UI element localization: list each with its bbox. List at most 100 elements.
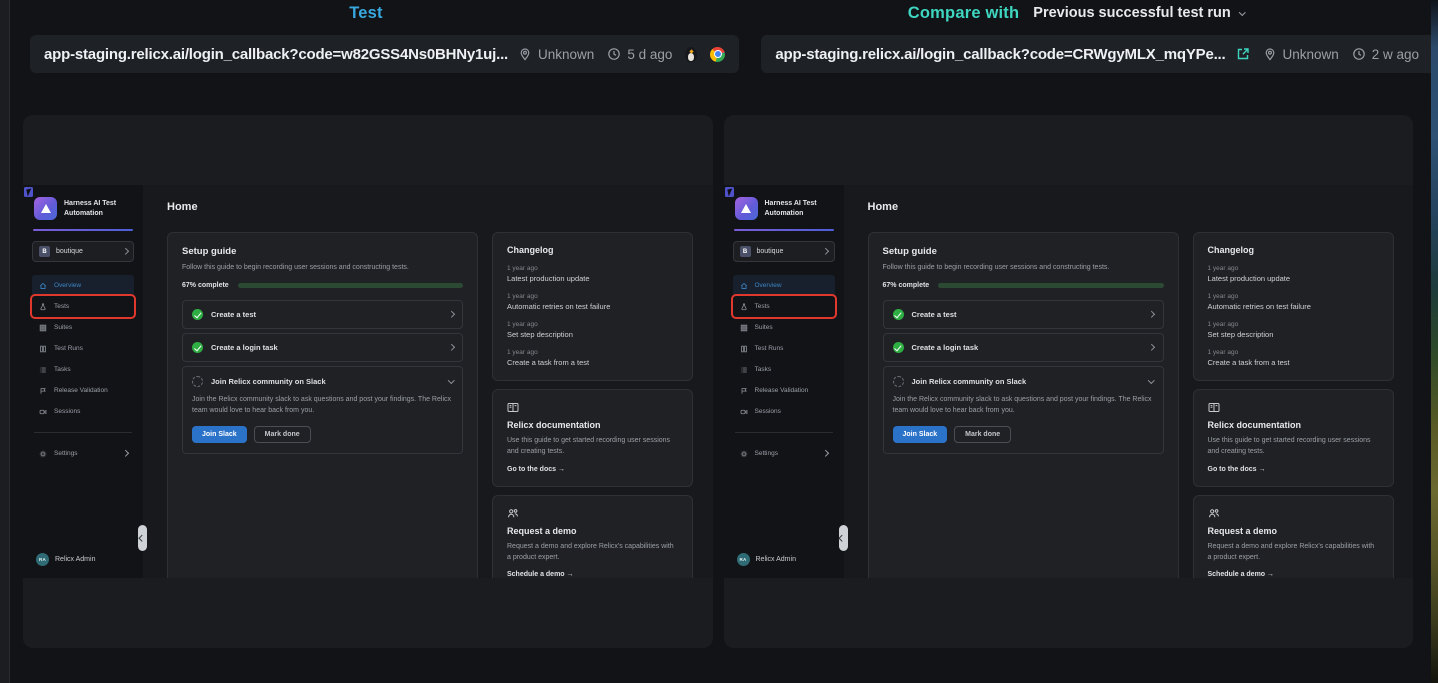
join-slack-header[interactable]: Join Relicx community on Slack — [893, 376, 1154, 387]
right-url-bar[interactable]: app-staging.relicx.ai/login_callback?cod… — [761, 35, 1438, 73]
external-link-icon[interactable] — [1236, 47, 1250, 61]
changelog-entry: 1 year ago Latest production update — [507, 265, 678, 283]
harness-logo-icon — [34, 197, 57, 220]
documentation-card: Relicx documentation Use this guide to g… — [492, 389, 693, 487]
sidebar-collapse-handle[interactable] — [839, 525, 848, 551]
changelog-entry: 1 year ago Automatic retries on test fai… — [507, 293, 678, 311]
clock-icon — [1352, 47, 1366, 61]
clock-icon — [607, 47, 621, 61]
join-slack-button[interactable]: Join Slack — [893, 426, 948, 443]
project-selector[interactable]: B boutique — [733, 241, 835, 262]
grid-icon — [740, 324, 748, 332]
user-menu[interactable]: RA Relicx Admin — [32, 553, 134, 566]
flag-icon — [39, 387, 47, 395]
sidebar-item-tests[interactable]: Tests — [32, 296, 134, 317]
comparison-header: Test Compare with Previous successful te… — [11, 0, 1431, 26]
demo-description: Request a demo and explore Relicx's capa… — [507, 542, 678, 564]
chevron-right-icon — [1148, 344, 1154, 350]
sidebar-item-sessions[interactable]: Sessions — [733, 401, 835, 422]
recorded-cursor-marker — [24, 187, 33, 197]
sidebar-item-tasks[interactable]: Tasks — [32, 359, 134, 380]
setup-item-create-test[interactable]: Create a test — [182, 300, 463, 329]
sidebar-item-settings[interactable]: Settings — [733, 443, 835, 464]
sidebar-item-settings[interactable]: Settings — [32, 443, 134, 464]
linux-penguin-icon — [685, 47, 697, 62]
user-menu[interactable]: RA Relicx Admin — [733, 553, 835, 566]
changelog-title: Changelog — [1208, 245, 1379, 255]
sidebar-item-sessions[interactable]: Sessions — [32, 401, 134, 422]
comparison-panels: Harness AI Test Automation B boutique Ov… — [23, 115, 1413, 648]
sidebar-item-release-validation[interactable]: Release Validation — [32, 380, 134, 401]
sidebar-item-suites[interactable]: Suites — [733, 317, 835, 338]
go-to-docs-link[interactable]: Go to the docs → — [507, 466, 678, 473]
people-icon — [507, 508, 519, 519]
home-icon — [39, 282, 47, 290]
gear-icon — [39, 450, 47, 458]
join-slack-button[interactable]: Join Slack — [192, 426, 247, 443]
progress-bar — [238, 283, 463, 288]
check-circle-icon — [192, 309, 203, 320]
sidebar-item-suites[interactable]: Suites — [32, 317, 134, 338]
sidebar-item-overview[interactable]: Overview — [32, 275, 134, 296]
go-to-docs-link[interactable]: Go to the docs → — [1208, 466, 1379, 473]
progress-bar — [938, 283, 1163, 288]
sidebar-item-release-validation[interactable]: Release Validation — [733, 380, 835, 401]
embedded-app-screenshot[interactable]: Harness AI Test Automation B boutique Ov… — [724, 185, 1414, 578]
unchecked-circle-icon — [192, 376, 203, 387]
compare-run-dropdown[interactable]: Previous successful test run — [1033, 5, 1244, 21]
chevron-right-icon — [448, 311, 454, 317]
url-row: app-staging.relicx.ai/login_callback?cod… — [30, 35, 1407, 73]
sidebar-item-test-runs[interactable]: Test Runs — [733, 338, 835, 359]
list-icon — [39, 366, 47, 374]
chevron-left-icon — [839, 535, 845, 541]
columns-icon — [740, 345, 748, 353]
setup-guide-title: Setup guide — [883, 246, 1164, 257]
sidebar-item-tasks[interactable]: Tasks — [733, 359, 835, 380]
chevron-left-icon — [139, 535, 145, 541]
sidebar-item-test-runs[interactable]: Test Runs — [32, 338, 134, 359]
setup-item-join-slack: Join Relicx community on Slack Join the … — [883, 366, 1164, 454]
app-main: Home Setup guide Follow this guide to be… — [844, 185, 1414, 578]
schedule-demo-link[interactable]: Schedule a demo → — [507, 571, 678, 578]
setup-item-join-slack: Join Relicx community on Slack Join the … — [182, 366, 463, 454]
project-initial-badge: B — [39, 246, 50, 257]
setup-item-create-test[interactable]: Create a test — [883, 300, 1164, 329]
chrome-browser-icon — [710, 47, 725, 62]
documentation-title: Relicx documentation — [507, 420, 678, 430]
harness-logo-icon — [735, 197, 758, 220]
flag-icon — [740, 387, 748, 395]
embedded-app-screenshot[interactable]: Harness AI Test Automation B boutique Ov… — [23, 185, 713, 578]
check-circle-icon — [192, 342, 203, 353]
documentation-description: Use this guide to get started recording … — [1208, 436, 1379, 458]
sidebar-item-overview[interactable]: Overview — [733, 275, 835, 296]
project-selector[interactable]: B boutique — [32, 241, 134, 262]
setup-guide-card: Setup guide Follow this guide to begin r… — [167, 232, 478, 578]
brand: Harness AI Test Automation — [32, 197, 134, 220]
chevron-right-icon — [822, 248, 828, 254]
demo-description: Request a demo and explore Relicx's capa… — [1208, 542, 1379, 564]
app-sidebar: Harness AI Test Automation B boutique Ov… — [724, 185, 844, 578]
book-icon — [507, 402, 519, 413]
setup-item-create-login-task[interactable]: Create a login task — [182, 333, 463, 362]
mark-done-button[interactable]: Mark done — [954, 426, 1011, 443]
mark-done-button[interactable]: Mark done — [254, 426, 311, 443]
sidebar-item-tests[interactable]: Tests — [733, 296, 835, 317]
gear-icon — [740, 450, 748, 458]
sidebar-nav: Overview Tests Suites Test Runs Tasks — [733, 275, 835, 422]
setup-item-create-login-task[interactable]: Create a login task — [883, 333, 1164, 362]
changelog-entry: 1 year ago Automatic retries on test fai… — [1208, 293, 1379, 311]
left-url-bar[interactable]: app-staging.relicx.ai/login_callback?cod… — [30, 35, 739, 73]
unchecked-circle-icon — [893, 376, 904, 387]
book-icon — [1208, 402, 1220, 413]
chevron-down-icon — [448, 377, 454, 383]
schedule-demo-link[interactable]: Schedule a demo → — [1208, 571, 1379, 578]
test-screenshot-panel[interactable]: Harness AI Test Automation B boutique Ov… — [23, 115, 713, 648]
compare-screenshot-panel[interactable]: Harness AI Test Automation B boutique Ov… — [724, 115, 1414, 648]
changelog-card: Changelog 1 year ago Latest production u… — [1193, 232, 1394, 381]
sidebar-collapse-handle[interactable] — [138, 525, 147, 551]
chevron-right-icon — [448, 344, 454, 350]
app-sidebar: Harness AI Test Automation B boutique Ov… — [23, 185, 143, 578]
join-slack-header[interactable]: Join Relicx community on Slack — [192, 376, 453, 387]
setup-guide-title: Setup guide — [182, 246, 463, 257]
chevron-down-icon — [1148, 377, 1154, 383]
